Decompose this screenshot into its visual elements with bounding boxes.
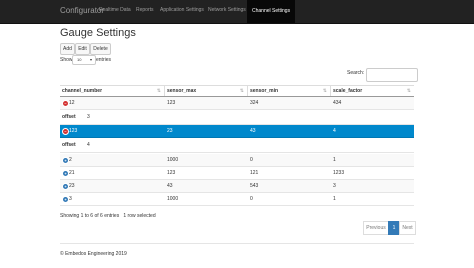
detail-label: offset bbox=[62, 114, 76, 120]
cell-sensor-max: 1000 bbox=[167, 196, 179, 202]
cell-sensor-min: 43 bbox=[250, 128, 256, 134]
sort-icon: ⇅ bbox=[406, 88, 411, 94]
table-info: Showing 1 to 6 of 6 entries 1 row select… bbox=[60, 213, 156, 219]
column-header-scale-factor[interactable]: scale_factor ⇅ bbox=[331, 86, 414, 96]
length-select[interactable]: 10 ▾ bbox=[72, 55, 96, 65]
column-header-label: sensor_max bbox=[167, 88, 197, 94]
expand-row-icon[interactable]: + bbox=[62, 183, 69, 190]
navbar-brand[interactable]: Configurator bbox=[60, 6, 104, 15]
cell-channel-number: 12 bbox=[69, 100, 75, 106]
table-row[interactable]: + 2 1000 0 1 bbox=[60, 154, 414, 167]
chevron-down-icon: ▾ bbox=[89, 57, 92, 62]
cell-sensor-max: 123 bbox=[167, 100, 176, 106]
sort-icon: ⇅ bbox=[239, 88, 244, 94]
cell-sensor-max: 123 bbox=[167, 170, 176, 176]
cell-sensor-max: 43 bbox=[167, 183, 173, 189]
table-row[interactable]: + 21 123 121 1233 bbox=[60, 167, 414, 180]
expand-row-icon[interactable]: + bbox=[62, 157, 69, 164]
column-header-label: scale_factor bbox=[333, 88, 363, 94]
cell-scale-factor: 1233 bbox=[333, 170, 345, 176]
table-row[interactable]: + 23 43 543 3 bbox=[60, 180, 414, 193]
cell-channel-number: 21 bbox=[69, 170, 75, 176]
collapse-row-icon[interactable]: − bbox=[62, 128, 69, 135]
cell-channel-number: 2 bbox=[69, 157, 72, 163]
edit-button[interactable]: Edit bbox=[75, 43, 90, 55]
cell-sensor-min: 0 bbox=[250, 196, 253, 202]
cell-scale-factor: 1 bbox=[333, 157, 336, 163]
expand-row-icon[interactable]: + bbox=[62, 170, 69, 177]
detail-value: 4 bbox=[87, 142, 90, 148]
sort-asc-icon: ⇅ bbox=[156, 88, 161, 94]
cell-channel-number: 3 bbox=[69, 196, 72, 202]
column-header-sensor-max[interactable]: sensor_max ⇅ bbox=[165, 86, 247, 96]
footer-divider bbox=[60, 243, 414, 244]
table-row-selected[interactable]: − 123 23 43 4 bbox=[60, 125, 414, 138]
nav-reports[interactable]: Reports bbox=[136, 7, 154, 13]
expand-row-icon[interactable]: + bbox=[62, 196, 69, 203]
page-title: Gauge Settings bbox=[60, 27, 136, 39]
column-header-label: sensor_min bbox=[250, 88, 279, 94]
row-detail: offset 4 bbox=[60, 138, 414, 153]
length-entries-label: entries bbox=[96, 57, 112, 63]
detail-value: 3 bbox=[87, 114, 90, 120]
pagination-previous[interactable]: Previous bbox=[363, 221, 389, 235]
nav-application-settings[interactable]: Application Settings bbox=[160, 7, 204, 13]
cell-scale-factor: 1 bbox=[333, 196, 336, 202]
sort-icon: ⇅ bbox=[322, 88, 327, 94]
cell-sensor-min: 121 bbox=[250, 170, 259, 176]
search-input[interactable] bbox=[366, 68, 418, 82]
collapse-row-icon[interactable]: − bbox=[62, 100, 69, 107]
cell-scale-factor: 3 bbox=[333, 183, 336, 189]
cell-sensor-max: 23 bbox=[167, 128, 173, 134]
column-header-label: channel_number bbox=[62, 88, 103, 94]
cell-channel-number: 23 bbox=[69, 183, 75, 189]
table-row[interactable]: + 3 1000 0 1 bbox=[60, 193, 414, 206]
add-button[interactable]: Add bbox=[60, 43, 75, 55]
column-header-channel-number[interactable]: channel_number ⇅ bbox=[60, 86, 164, 96]
cell-sensor-max: 1000 bbox=[167, 157, 179, 163]
cell-sensor-min: 543 bbox=[250, 183, 259, 189]
search-label: Search: bbox=[347, 70, 365, 76]
cell-sensor-min: 324 bbox=[250, 100, 259, 106]
detail-label: offset bbox=[62, 142, 76, 148]
pagination-next[interactable]: Next bbox=[399, 221, 416, 235]
table-row[interactable]: − 12 123 324 434 bbox=[60, 97, 414, 110]
top-navbar: Configurator Realtime Data Reports Appli… bbox=[0, 0, 474, 24]
cell-scale-factor: 4 bbox=[333, 128, 336, 134]
row-detail: offset 3 bbox=[60, 110, 414, 125]
nav-realtime-data[interactable]: Realtime Data bbox=[99, 7, 131, 13]
column-header-sensor-min[interactable]: sensor_min ⇅ bbox=[248, 86, 330, 96]
nav-network-settings[interactable]: Network Settings bbox=[208, 7, 246, 13]
length-select-value: 10 bbox=[77, 57, 82, 62]
cell-channel-number: 123 bbox=[69, 128, 78, 134]
delete-button[interactable]: Delete bbox=[90, 43, 111, 55]
cell-scale-factor: 434 bbox=[333, 100, 342, 106]
length-show-label: Show bbox=[60, 57, 73, 63]
cell-sensor-min: 0 bbox=[250, 157, 253, 163]
footer-copyright: © Embedos Engineering 2019 bbox=[60, 251, 127, 257]
nav-channel-settings[interactable]: Channel Settings bbox=[247, 0, 296, 23]
